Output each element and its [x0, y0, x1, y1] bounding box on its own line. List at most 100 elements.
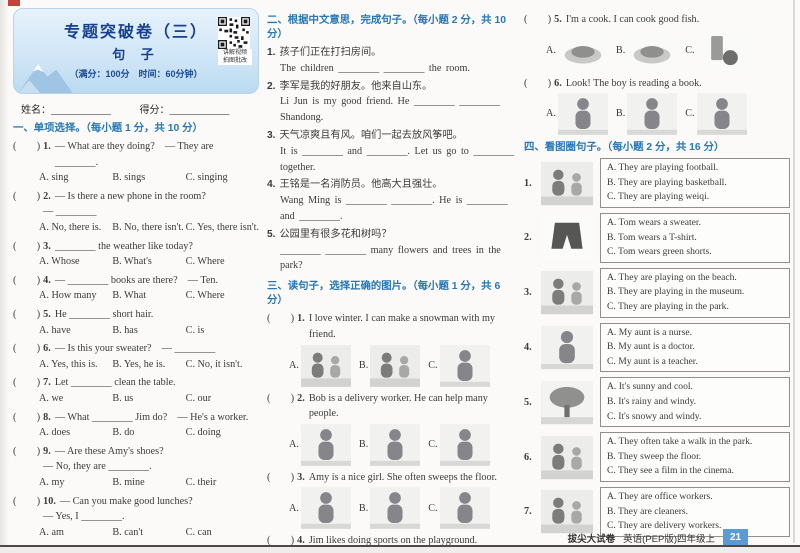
option-b: B. No, there isn't.: [112, 222, 184, 234]
sentence-options-box: A. It's sunny and cool. B. It's rainy an…: [600, 377, 790, 428]
section1-heading: 一、单项选择。（每小题 1 分，共 10 分）: [13, 123, 203, 134]
answer-paren: ( ): [13, 377, 41, 389]
question-stem: — Can you make good lunches?: [59, 495, 193, 507]
question-stem: I love winter. I can make a snowman with…: [308, 313, 495, 340]
section2-heading: 二、根据中文意思，完成句子。（每小题 2 分，共 10 分）: [267, 15, 506, 41]
item-number: 3.: [267, 130, 276, 142]
chinese-sentence: 王铭是一名消防员。他高大且强壮。: [279, 179, 443, 191]
question-stem-line2: — ________: [43, 206, 97, 218]
circle-sentence-item-6: 6. A. They often take a walk in the park…: [524, 432, 790, 482]
option-a-label: A.: [546, 44, 556, 56]
answer-paren: ( ): [13, 445, 41, 457]
question-number: 1.: [43, 141, 51, 153]
picture-choice-question-2: ( ) 2. Bob is a delivery worker. He can he…: [267, 391, 515, 466]
option-c-label: C.: [428, 438, 438, 450]
sentence-options-box: A. They are playing football. B. They ar…: [600, 158, 790, 209]
option-b: B. They are playing basketball.: [607, 176, 727, 188]
question-stem: ________ the weather like today?: [54, 240, 193, 252]
img-family-walking-park: [541, 435, 593, 480]
middle-column: 二、根据中文意思，完成句子。（每小题 2 分，共 10 分） 1. 孩子们正在打扫…: [267, 0, 515, 553]
option-c: C. They are playing in the park.: [607, 300, 729, 312]
chinese-sentence: 李军是我的好朋友。他来自山东。: [279, 80, 433, 92]
option-a: A. How many: [39, 290, 97, 302]
item-number: 1.: [267, 47, 276, 59]
item-number: 3.: [524, 287, 532, 299]
question-number: 3.: [43, 240, 51, 252]
option-a: A. They often take a walk in the park.: [607, 436, 753, 448]
section3-heading: 三、读句子，选择正确的图片。（每小题 1 分，共 6 分）: [267, 281, 501, 307]
choice-question-9: ( ) 9. — Are these Amy's shoes? — No, they…: [13, 444, 259, 491]
options-row: A. we B. us C. our: [13, 391, 259, 407]
img-tree-windy-snowy: [541, 380, 593, 425]
option-b: B. My aunt is a doctor.: [607, 341, 695, 353]
option-a-label: A.: [289, 438, 299, 450]
option-b: B. Yes, he is.: [112, 358, 166, 370]
question-stem: Look! The boy is reading a book.: [565, 77, 702, 89]
img-cooked-fish: [558, 30, 608, 72]
option-a-label: A.: [289, 502, 299, 514]
option-b-label: B.: [358, 359, 369, 371]
option-a: A. My aunt is a nurse.: [607, 326, 692, 338]
option-a: A. have: [39, 324, 71, 336]
option-a: A. my: [39, 476, 65, 488]
choice-question-7: ( ) 7. Let ________ clean the table. A. we…: [13, 375, 259, 406]
img-girl-sweeping-floor: [301, 487, 351, 529]
option-a: A. They are playing football.: [607, 162, 719, 174]
question-stem: — Is there a new phone in the room?: [54, 190, 206, 202]
question-stem: Amy is a nice girl. She often sweeps the…: [308, 471, 497, 483]
image-options-row: A. B. C.: [524, 93, 790, 135]
option-a: A. sing: [39, 172, 69, 184]
item-number: 2.: [524, 232, 532, 244]
img-cleaners-sweeping-street: [541, 489, 593, 534]
option-a: A. No, there is.: [39, 222, 102, 234]
image-options-row: A. B. C.: [267, 487, 515, 529]
option-a: A. It's sunny and cool.: [607, 381, 693, 393]
answer-paren: ( ): [524, 14, 552, 25]
qr-code: [218, 17, 250, 49]
question-number: 1.: [297, 313, 305, 325]
sentence-options-box: A. They are playing on the beach. B. The…: [600, 267, 790, 318]
item-number: 6.: [524, 451, 532, 463]
choice-question-1: ( ) 1. — What are they doing? — They are _…: [13, 139, 259, 186]
chinese-sentence: 天气凉爽且有风。咱们一起去放风筝吧。: [279, 130, 463, 142]
option-b-label: B.: [358, 502, 369, 514]
picture-choice-question-3: ( ) 3. Amy is a nice girl. She often sweep…: [267, 470, 515, 530]
option-a: A. Whose: [39, 256, 80, 268]
option-a: A. Tom wears a sweater.: [607, 217, 701, 229]
picture-choice-question-6: ( ) 6. Look! The boy is reading a book. A.…: [524, 76, 790, 136]
options-row: A. Yes, this is. B. Yes, he is. C. No, it …: [13, 357, 259, 373]
options-row: A. have B. has C. is: [13, 323, 259, 339]
item-number: 5.: [267, 228, 276, 240]
img-delivery-worker: [301, 424, 351, 466]
option-a-label: A.: [289, 359, 299, 371]
option-b: B. mine: [112, 476, 145, 488]
option-a: A. does: [39, 427, 71, 439]
footer-brand: 拔尖大试卷: [567, 533, 616, 545]
question-stem: I'm a cook. I can cook good fish.: [565, 14, 700, 25]
image-options-row: A. B. C.: [267, 345, 515, 387]
answer-paren: ( ): [267, 392, 295, 404]
question-number: 6.: [554, 77, 562, 89]
img-worker-standing: [440, 424, 490, 466]
options-row: A. Whose B. What's C. Where: [13, 254, 259, 270]
question-number: 2.: [43, 190, 51, 202]
question-number: 10.: [43, 495, 56, 507]
question-stem: — ________ books are there? — Ten.: [54, 274, 219, 286]
option-b: B. do: [112, 427, 135, 439]
img-children-on-beach: [541, 270, 593, 315]
answer-paren: ( ): [13, 274, 41, 286]
completion-item-1: 1. 孩子们正在打扫房间。 The children ________ _____…: [267, 45, 515, 77]
options-row: A. am B. can't C. can: [13, 525, 259, 541]
sentence-options-box: A. Tom wears a sweater. B. Tom wears a T…: [600, 213, 790, 263]
question-stem-line2: — Yes, I ________.: [43, 511, 125, 523]
score-label: 得分：: [139, 105, 170, 116]
option-c: C. It's snowy and windy.: [607, 410, 702, 422]
option-b: B. They are playing in the museum.: [607, 286, 745, 298]
options-row: A. No, there is. B. No, there isn't. C. Ye…: [13, 220, 259, 236]
option-a: A. They are playing on the beach.: [607, 271, 737, 283]
option-b-label: B.: [615, 108, 626, 120]
question-stem: Bob is a delivery worker. He can help ma…: [308, 392, 488, 420]
option-c: C. doing: [185, 427, 221, 439]
option-b: B. It's rainy and windy.: [607, 395, 697, 407]
completion-item-4: 4. 王铭是一名消防员。他高大且强壮。 Wang Ming is ________…: [267, 177, 515, 224]
